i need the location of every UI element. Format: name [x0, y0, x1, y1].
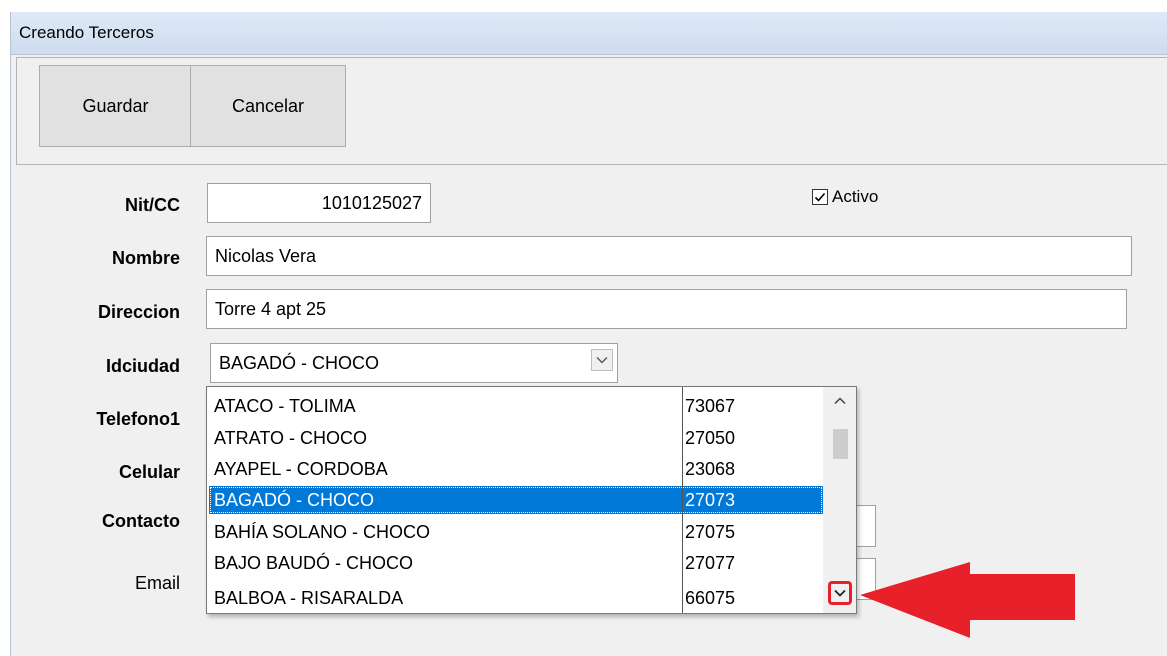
nit-label: Nit/CC: [125, 195, 180, 215]
idciudad-label: Idciudad: [105, 356, 180, 376]
idciudad-value: BAGADÓ - CHOCO: [219, 352, 380, 373]
direccion-input[interactable]: Torre 4 apt 25: [206, 289, 1127, 329]
cancel-button[interactable]: Cancelar: [190, 65, 346, 147]
activo-label: Activo: [832, 187, 879, 206]
list-item[interactable]: ATACO - TOLIMA 73067: [209, 392, 823, 420]
list-item[interactable]: BAJO BAUDÓ - CHOCO 27077: [209, 549, 823, 577]
telefono1-label: Telefono1: [96, 409, 180, 429]
scroll-down-button[interactable]: [828, 581, 852, 605]
direccion-label: Direccion: [97, 302, 180, 322]
email-label: Email: [134, 573, 180, 593]
list-item-selected[interactable]: BAGADÓ - CHOCO 27073: [209, 486, 823, 514]
nombre-label: Nombre: [111, 248, 180, 268]
list-item[interactable]: BAHÍA SOLANO - CHOCO 27075: [209, 518, 823, 546]
activo-checkbox[interactable]: Activo: [812, 187, 878, 207]
list-item[interactable]: ATRATO - CHOCO 27050: [209, 424, 823, 452]
direccion-value: Torre 4 apt 25: [215, 298, 327, 319]
save-button[interactable]: Guardar: [39, 65, 192, 147]
check-icon: [812, 189, 828, 205]
chevron-up-icon[interactable]: [832, 393, 848, 409]
nombre-value: Nicolas Vera: [215, 245, 317, 266]
column-divider: [682, 387, 683, 613]
scrollbar-thumb[interactable]: [833, 429, 848, 459]
window-title: Creando Terceros: [19, 23, 154, 42]
chevron-down-icon: [834, 589, 846, 597]
dropdown-scrollbar[interactable]: [823, 387, 856, 613]
nombre-input[interactable]: Nicolas Vera: [206, 236, 1132, 276]
city-dropdown-list[interactable]: ATACO - TOLIMA 73067 ATRATO - CHOCO 2705…: [206, 386, 857, 614]
red-arrow-annotation: [860, 562, 1075, 638]
list-item[interactable]: AYAPEL - CORDOBA 23068: [209, 455, 823, 483]
list-item[interactable]: BALBOA - RISARALDA 66075: [209, 584, 823, 612]
toolbar: Guardar Cancelar: [16, 57, 1167, 165]
chevron-down-icon[interactable]: [591, 349, 613, 371]
contacto-label: Contacto: [102, 511, 180, 531]
title-bar: Creando Terceros: [11, 12, 1167, 55]
celular-label: Celular: [118, 462, 180, 482]
nit-value: 1010125027: [321, 192, 422, 213]
idciudad-combobox[interactable]: BAGADÓ - CHOCO: [210, 343, 618, 383]
nit-input[interactable]: 1010125027: [207, 183, 431, 223]
